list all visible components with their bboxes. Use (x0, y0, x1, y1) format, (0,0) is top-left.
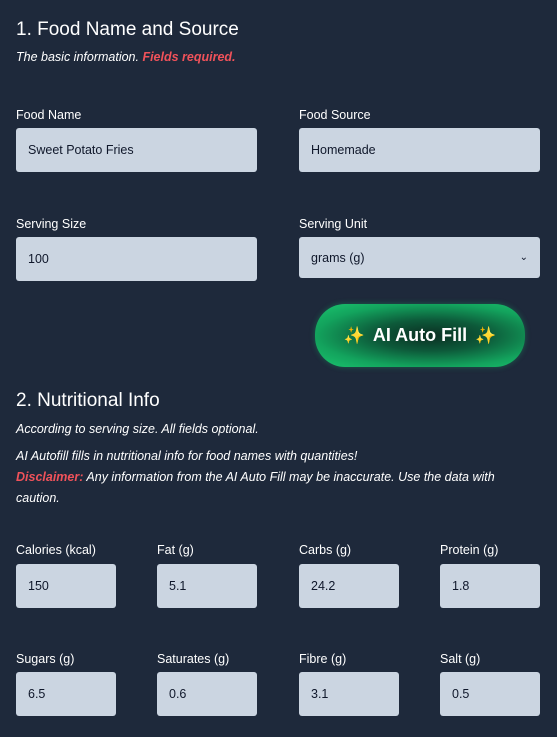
carbs-label: Carbs (g) (299, 543, 352, 557)
sugars-input[interactable] (16, 672, 116, 716)
serving-unit-select[interactable]: grams (g) ⌄ (299, 237, 540, 278)
fat-input[interactable] (157, 564, 257, 608)
disclaimer-label: Disclaimer: (16, 470, 84, 484)
serving-unit-selected-value: grams (g) (311, 250, 365, 265)
ai-auto-fill-label: AI Auto Fill (372, 325, 468, 345)
fat-label: Fat (g) (157, 543, 194, 557)
carbs-input[interactable] (299, 564, 399, 608)
sparkles-icon: ✨ (475, 325, 497, 345)
serving-size-label: Serving Size (16, 217, 87, 231)
sugars-label: Sugars (g) (16, 652, 75, 666)
calories-label: Calories (kcal) (16, 543, 96, 557)
description-text: The basic information. (16, 50, 143, 64)
salt-input[interactable] (440, 672, 540, 716)
serving-unit-label: Serving Unit (299, 217, 368, 231)
chevron-down-icon: ⌄ (519, 252, 528, 263)
calories-input[interactable] (16, 564, 116, 608)
protein-label: Protein (g) (440, 543, 499, 557)
fibre-input[interactable] (299, 672, 399, 716)
section-description: The basic information. Fields required. (16, 50, 236, 64)
food-name-input[interactable] (16, 128, 257, 172)
ai-autofill-info: AI Autofill fills in nutritional info fo… (16, 449, 358, 463)
required-notice: Fields required. (142, 50, 236, 64)
salt-label: Salt (g) (440, 652, 481, 666)
fibre-label: Fibre (g) (299, 652, 347, 666)
food-name-label: Food Name (16, 108, 82, 122)
protein-input[interactable] (440, 564, 540, 608)
food-source-input[interactable] (299, 128, 540, 172)
section-title-nutritional-info: 2. Nutritional Info (16, 390, 160, 411)
saturates-label: Saturates (g) (157, 652, 230, 666)
sparkles-icon: ✨ (343, 325, 365, 345)
section-title-food-name-source: 1. Food Name and Source (16, 19, 239, 40)
nutrition-description: According to serving size. All fields op… (16, 422, 259, 436)
ai-auto-fill-button[interactable]: ✨ AI Auto Fill ✨ (315, 304, 525, 367)
food-source-label: Food Source (299, 108, 371, 122)
saturates-input[interactable] (157, 672, 257, 716)
disclaimer-text: Any information from the AI Auto Fill ma… (16, 470, 495, 505)
ai-autofill-note: AI Autofill fills in nutritional info fo… (16, 446, 536, 509)
serving-size-input[interactable] (16, 237, 257, 281)
